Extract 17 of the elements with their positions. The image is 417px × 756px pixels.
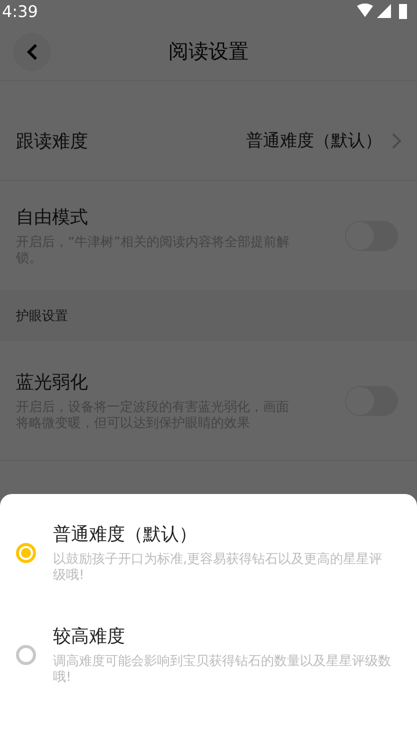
page-title: 阅读设置 xyxy=(168,38,248,64)
setting-label: 蓝光弱化 xyxy=(16,370,89,394)
status-icons xyxy=(357,3,409,19)
setting-value: 普通难度（默认） xyxy=(246,130,382,152)
radio-button[interactable] xyxy=(16,543,36,563)
option-label: 较高难度 xyxy=(53,625,126,648)
setting-label: 自由模式 xyxy=(16,206,89,228)
back-button[interactable] xyxy=(13,33,51,71)
option-description: 调高难度可能会影响到宝贝获得钻石的数量以及星星评级数哦! xyxy=(53,654,391,686)
radio-button[interactable] xyxy=(16,645,36,665)
back-icon xyxy=(25,43,39,61)
section-header: 护眼设置 xyxy=(16,308,68,325)
chevron-icon xyxy=(392,132,401,148)
setting-label: 跟读难度 xyxy=(16,130,89,152)
option-description: 以鼓励孩子开口为标准,更容易获得钻石以及更高的星星评级哦! xyxy=(53,552,384,584)
option-label: 普通难度（默认） xyxy=(53,523,198,546)
status-time: 4:39 xyxy=(2,2,38,20)
